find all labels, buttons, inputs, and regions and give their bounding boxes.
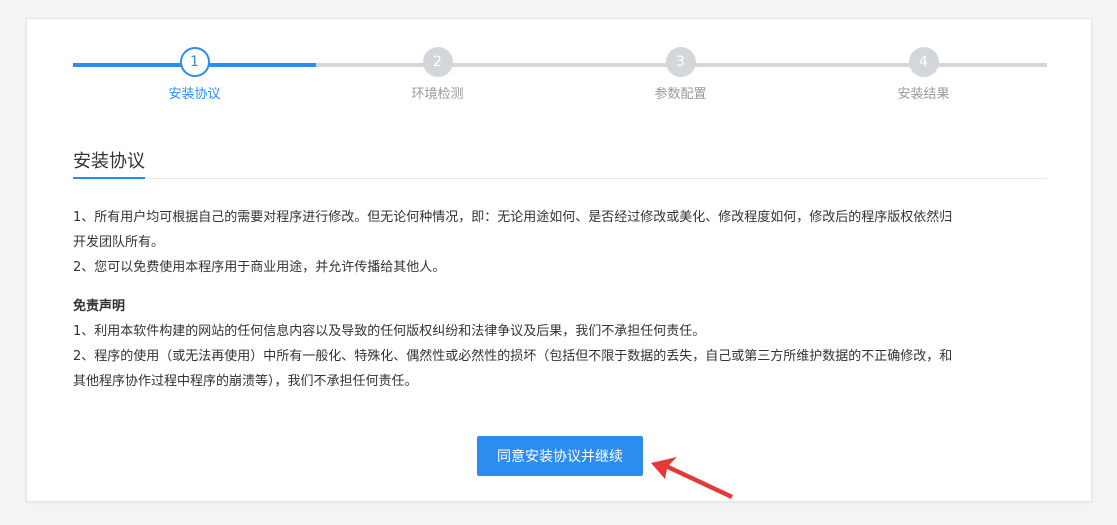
disclaimer-line-1: 1、利用本软件构建的网站的任何信息内容以及导致的任何版权纠纷和法律争议及后果，我… bbox=[73, 324, 706, 339]
step-label: 参数配置 bbox=[654, 87, 707, 102]
disclaimer-line-2: 2、程序的使用（或无法再使用）中所有一般化、特殊化、偶然性或必然性的损坏（包括但… bbox=[73, 349, 953, 364]
step-label: 安装结果 bbox=[897, 87, 950, 102]
step-install-agreement[interactable]: 1 安装协议 bbox=[73, 47, 316, 102]
step-number-1: 1 bbox=[179, 47, 210, 77]
step-install-result[interactable]: 4 安装结果 bbox=[802, 47, 1045, 102]
step-parameter-config[interactable]: 3 参数配置 bbox=[559, 47, 802, 102]
title-divider bbox=[73, 178, 1047, 179]
section-title: 安装协议 bbox=[73, 151, 145, 172]
disclaimer-heading: 免责声明 bbox=[73, 299, 126, 314]
agreement-line-1-cont: 开发团队所有。 bbox=[73, 235, 165, 250]
title-underline bbox=[73, 177, 145, 179]
step-number-3: 3 bbox=[665, 47, 696, 77]
install-steps: 1 安装协议 2 环境检测 3 参数配置 4 安装结果 bbox=[27, 19, 1093, 119]
agreement-text: 1、所有用户均可根据自己的需要对程序进行修改。但无论何种情况，即：无论用途如何、… bbox=[73, 205, 1048, 394]
step-number-4: 4 bbox=[908, 47, 939, 77]
agreement-line-2: 2、您可以免费使用本程序用于商业用途，并允许传播给其他人。 bbox=[73, 260, 446, 275]
step-label: 安装协议 bbox=[168, 87, 221, 102]
step-label: 环境检测 bbox=[411, 87, 464, 102]
install-wizard-card: 1 安装协议 2 环境检测 3 参数配置 4 安装结果 安装协议 1、所有用户均… bbox=[26, 18, 1092, 502]
agreement-line-1: 1、所有用户均可根据自己的需要对程序进行修改。但无论何种情况，即：无论用途如何、… bbox=[73, 210, 953, 225]
step-number-2: 2 bbox=[422, 47, 453, 77]
step-environment-check[interactable]: 2 环境检测 bbox=[316, 47, 559, 102]
red-arrow-icon bbox=[651, 457, 733, 499]
disclaimer-line-2-cont: 其他程序协作过程中程序的崩溃等），我们不承担任何责任。 bbox=[73, 374, 418, 389]
agree-and-continue-button[interactable]: 同意安装协议并继续 bbox=[477, 436, 643, 476]
